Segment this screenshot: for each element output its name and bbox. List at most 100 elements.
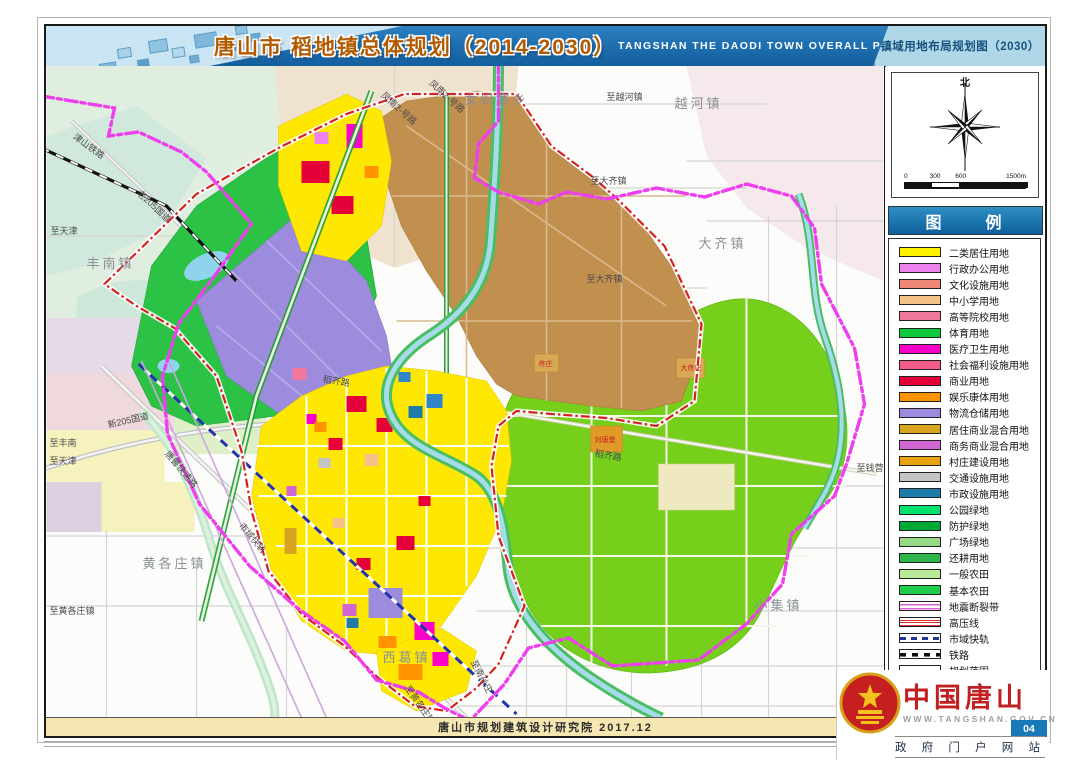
legend-label: 居住商业混合用地 [949, 422, 1029, 437]
road-label: 至天津 [51, 226, 78, 236]
legend-color-swatch [899, 569, 941, 579]
sheet-subtitle: 镇域用地布局规划图（2030） [873, 26, 1045, 66]
legend-label: 体育用地 [949, 325, 989, 340]
road-label: 至钱营 [857, 462, 884, 473]
legend-color-swatch [899, 472, 941, 482]
site-portal-label: 政 府 门 户 网 站 [895, 736, 1045, 758]
legend-item: 行政办公用地 [899, 260, 1040, 276]
village-label: 刘唐堡 [595, 435, 616, 444]
logo-title: 中国唐山 [903, 676, 1027, 715]
legend-item: 交通设施用地 [899, 469, 1040, 485]
town-label: 大齐镇 [699, 236, 747, 251]
road-label: 至越河镇 [607, 91, 643, 102]
legend-item: 商业用地 [899, 373, 1040, 389]
legend-item: 居住商业混合用地 [899, 421, 1040, 437]
town-label: 丰南镇 [87, 256, 135, 271]
legend-color-swatch [899, 360, 941, 370]
legend-label: 基本农田 [949, 583, 989, 598]
legend-item: 公园绿地 [899, 502, 1040, 518]
legend-color-swatch [899, 553, 941, 563]
town-label: 女织寨乡 [465, 92, 529, 107]
legend-color-swatch [899, 263, 941, 273]
legend-label: 市政设施用地 [949, 486, 1009, 501]
road-label: 至黄各庄镇 [50, 605, 95, 616]
legend-line-swatch [899, 649, 941, 659]
legend-item: 娱乐康体用地 [899, 389, 1040, 405]
legend-item: 社会福利设施用地 [899, 357, 1040, 373]
map-area: 女织寨乡 越河镇 大齐镇 丰南镇 黄各庄镇 西葛镇 小集镇 至越河镇 至大齐镇 … [46, 66, 885, 718]
legend-label: 二类居住用地 [949, 245, 1009, 260]
legend-line-swatch [899, 601, 941, 611]
national-emblem-icon [839, 672, 901, 734]
legend-label: 娱乐康体用地 [949, 389, 1009, 404]
legend-label: 地震断裂带 [949, 599, 999, 614]
legend-label: 医疗卫生用地 [949, 341, 1009, 356]
legend-color-swatch [899, 279, 941, 289]
legend-label: 一般农田 [949, 566, 989, 581]
legend-item: 物流仓储用地 [899, 405, 1040, 421]
plan-sheet: 唐山市 稻地镇总体规划（2014-2030） TANGSHAN THE DAOD… [44, 24, 1047, 738]
legend-line-swatch [899, 633, 941, 643]
footer-credit: 唐山市规划建筑设计研究院 2017.12 [438, 719, 653, 735]
town-label: 西葛镇 [383, 650, 431, 665]
site-logo: 中国唐山 WWW.TANGSHAN.GOV.CN 04 政 府 门 户 网 站 [836, 670, 1049, 760]
legend-item: 二类居住用地 [899, 244, 1040, 260]
legend-title: 图 例 [888, 206, 1043, 235]
header-banner: 唐山市 稻地镇总体规划（2014-2030） TANGSHAN THE DAOD… [46, 26, 1045, 67]
town-label: 小集镇 [755, 598, 803, 613]
legend-items: 二类居住用地行政办公用地文化设施用地中小学用地高等院校用地体育用地医疗卫生用地社… [888, 238, 1041, 696]
legend-item: 医疗卫生用地 [899, 341, 1040, 357]
legend-label: 物流仓储用地 [949, 405, 1009, 420]
page-title: 唐山市 稻地镇总体规划（2014-2030） [214, 31, 616, 61]
town-label: 越河镇 [675, 96, 723, 111]
village-label: 佟庄 [539, 359, 553, 368]
legend-label: 社会福利设施用地 [949, 357, 1029, 372]
legend-item: 铁路 [899, 646, 1040, 662]
scale-tick: 1500m [1006, 173, 1026, 180]
scale-tick: 0 [904, 173, 908, 180]
legend-color-swatch [899, 505, 941, 515]
legend-color-swatch [899, 311, 941, 321]
page-title-en: TANGSHAN THE DAODI TOWN OVERALL PLANNING [618, 40, 880, 52]
legend-label: 防护绿地 [949, 518, 989, 533]
legend-color-swatch [899, 585, 941, 595]
page-number-badge: 04 [1011, 720, 1047, 737]
legend-item: 文化设施用地 [899, 276, 1040, 292]
road-label: 至大齐镇 [587, 273, 623, 284]
legend-item: 高等院校用地 [899, 308, 1040, 324]
legend-color-swatch [899, 376, 941, 386]
legend-label: 高压线 [949, 615, 979, 630]
scale-bar: 0 300 600 1500m [904, 173, 1026, 189]
legend-item: 广场绿地 [899, 534, 1040, 550]
legend-item: 一般农田 [899, 566, 1040, 582]
legend-color-swatch [899, 521, 941, 531]
legend-color-swatch [899, 537, 941, 547]
village-label: 大佟庄 [681, 363, 702, 372]
town-label: 黄各庄镇 [143, 556, 207, 571]
legend-item: 体育用地 [899, 324, 1040, 340]
legend-label: 铁路 [949, 647, 969, 662]
legend-color-swatch [899, 440, 941, 450]
map-canvas: 女织寨乡 越河镇 大齐镇 丰南镇 黄各庄镇 西葛镇 小集镇 至越河镇 至大齐镇 … [46, 66, 884, 718]
legend-item: 基本农田 [899, 582, 1040, 598]
road-label: 至天津 [50, 456, 77, 466]
legend-label: 公园绿地 [949, 502, 989, 517]
legend-color-swatch [899, 295, 941, 305]
legend-item: 地震断裂带 [899, 598, 1040, 614]
legend-color-swatch [899, 424, 941, 434]
legend-color-swatch [899, 488, 941, 498]
legend-item: 高压线 [899, 614, 1040, 630]
road-label: 至丰南 [50, 437, 77, 448]
legend-color-swatch [899, 344, 941, 354]
legend-color-swatch [899, 392, 941, 402]
legend-color-swatch [899, 247, 941, 257]
legend-color-swatch [899, 456, 941, 466]
legend-item: 还耕用地 [899, 550, 1040, 566]
legend-label: 高等院校用地 [949, 309, 1009, 324]
legend-color-swatch [899, 328, 941, 338]
legend-label: 文化设施用地 [949, 277, 1009, 292]
legend-label: 广场绿地 [949, 534, 989, 549]
legend-label: 还耕用地 [949, 550, 989, 565]
legend-label: 市域快轨 [949, 631, 989, 646]
legend-label: 村庄建设用地 [949, 454, 1009, 469]
